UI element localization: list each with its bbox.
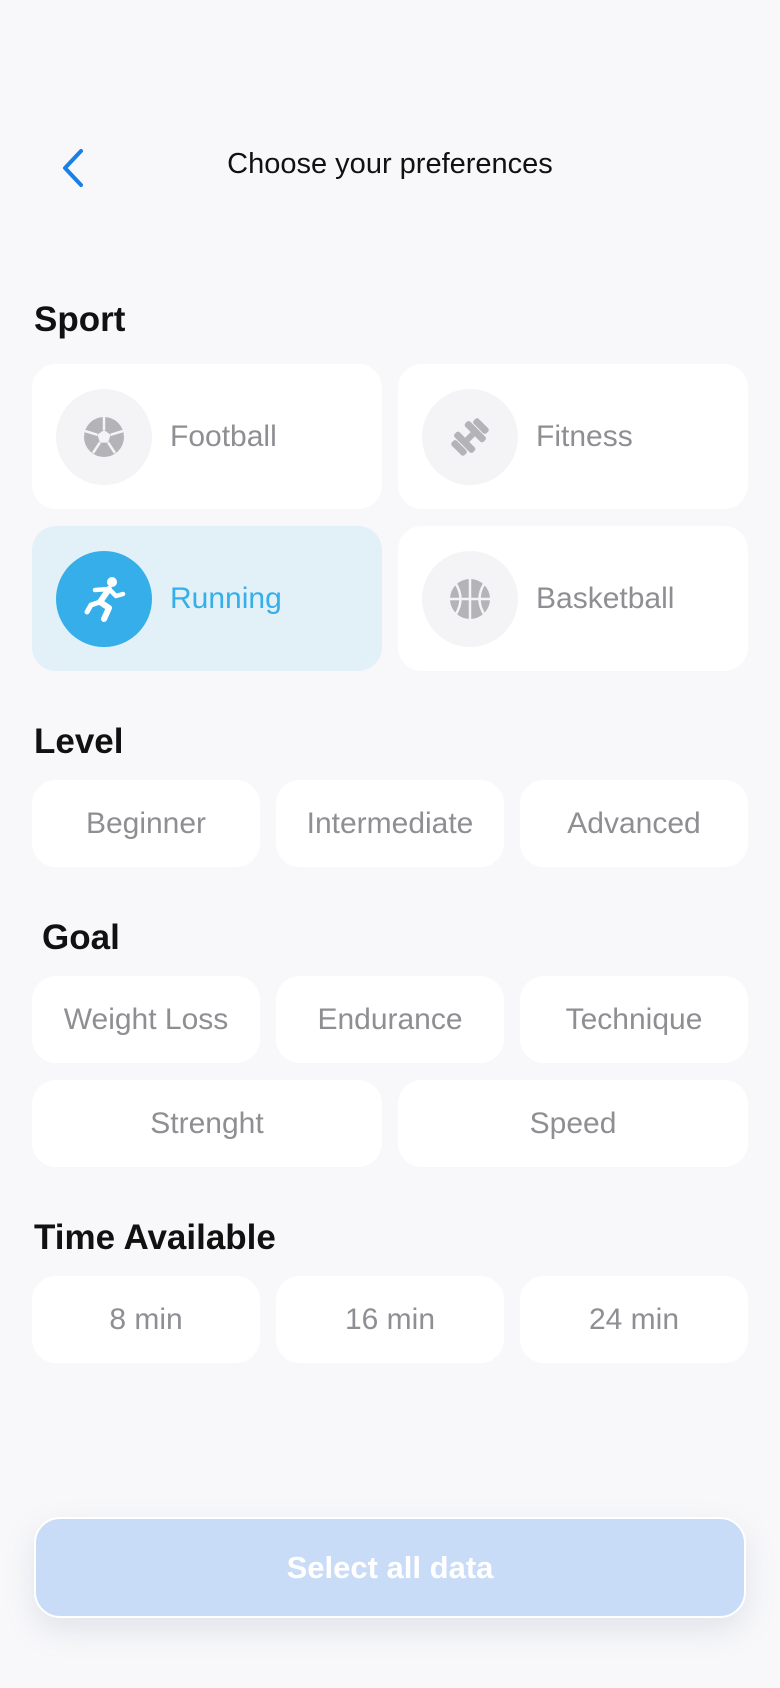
section-title-goal: Goal [42, 918, 120, 957]
sport-label-fitness: Fitness [536, 419, 633, 453]
goal-chip-technique[interactable]: Technique [520, 976, 748, 1063]
time-chip-24-min[interactable]: 24 min [520, 1276, 748, 1363]
level-chip-beginner[interactable]: Beginner [32, 780, 260, 867]
sport-card-basketball[interactable]: Basketball [398, 526, 748, 671]
sport-card-football[interactable]: Football [32, 364, 382, 509]
basketball-icon [450, 578, 490, 619]
goal-chip-speed[interactable]: Speed [398, 1080, 748, 1167]
time-chip-8-min[interactable]: 8 min [32, 1276, 260, 1363]
sport-label-football: Football [170, 419, 277, 453]
level-chip-intermediate[interactable]: Intermediate [276, 780, 504, 867]
sport-card-running[interactable]: Running [32, 526, 382, 671]
level-chip-advanced[interactable]: Advanced [520, 780, 748, 867]
goal-chip-endurance[interactable]: Endurance [276, 976, 504, 1063]
dumbbell-icon [451, 417, 489, 456]
select-all-data-button[interactable]: Select all data [34, 1517, 746, 1618]
section-title-time-available: Time Available [34, 1218, 276, 1257]
header: Choose your preferences [0, 130, 780, 206]
section-title-level: Level [34, 722, 124, 761]
section-title-sport: Sport [34, 300, 126, 339]
soccer-ball-icon [84, 416, 124, 457]
goal-chip-weight-loss[interactable]: Weight Loss [32, 976, 260, 1063]
sport-label-basketball: Basketball [536, 581, 675, 615]
sport-card-fitness[interactable]: Fitness [398, 364, 748, 509]
page-title: Choose your preferences [227, 148, 553, 180]
runner-icon [84, 576, 126, 622]
time-chip-16-min[interactable]: 16 min [276, 1276, 504, 1363]
sport-label-running: Running [170, 581, 282, 615]
goal-chip-strenght[interactable]: Strenght [32, 1080, 382, 1167]
